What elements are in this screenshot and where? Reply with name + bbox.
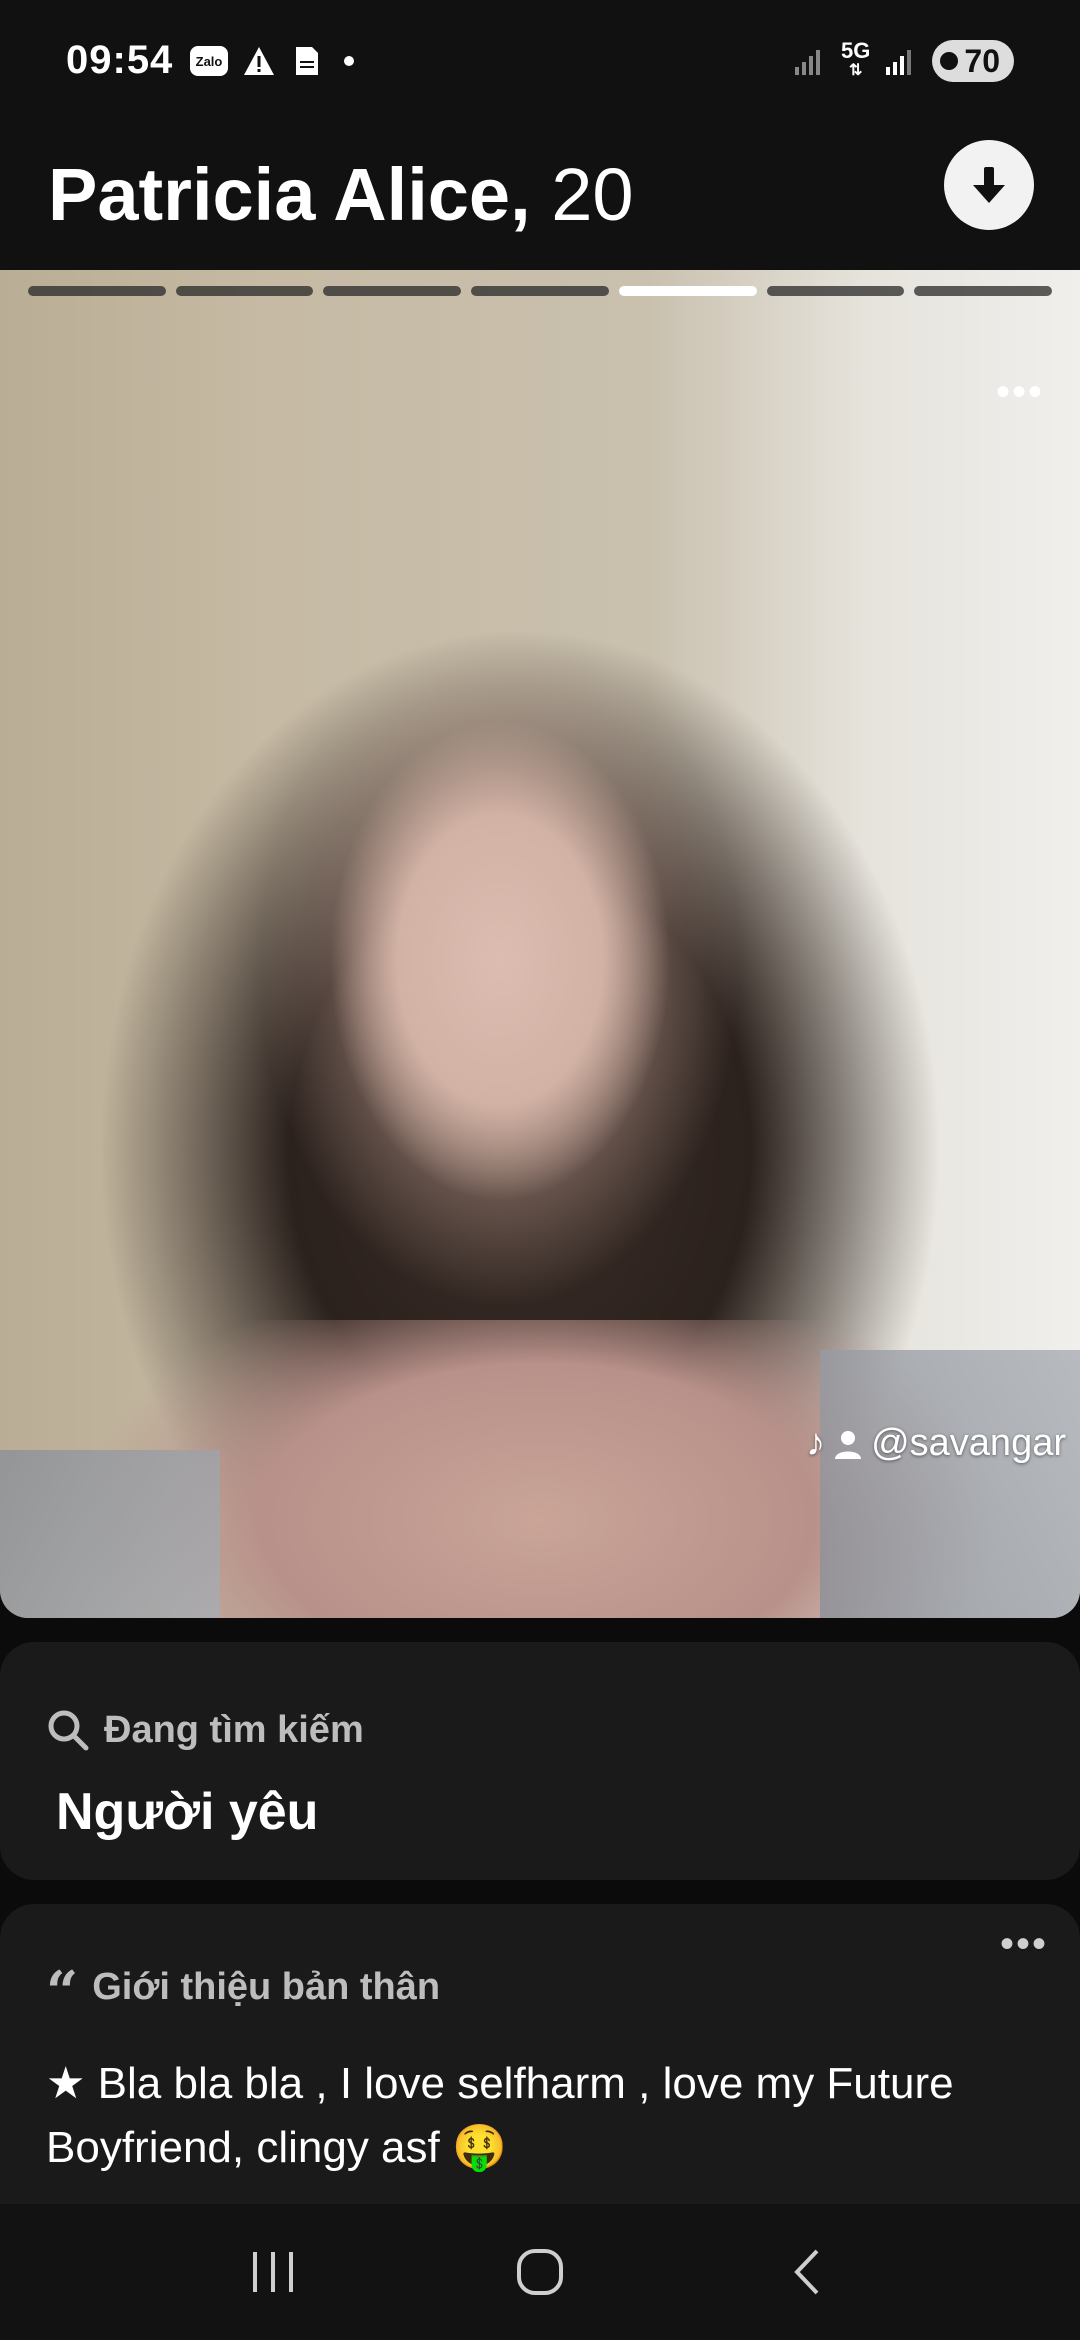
- photo-menu-button[interactable]: •••: [996, 370, 1044, 415]
- status-bar: 09:54 Zalo 5G ⇅ 70: [0, 0, 1080, 130]
- looking-for-label: Đang tìm kiếm: [104, 1708, 364, 1751]
- home-icon[interactable]: [500, 2232, 580, 2312]
- profile-age: 20: [551, 153, 634, 236]
- status-time: 09:54: [66, 38, 174, 82]
- quote-icon: “: [46, 1959, 79, 2025]
- photo-progress-segment[interactable]: [471, 286, 609, 296]
- photo-progress-segment[interactable]: [618, 286, 757, 296]
- back-icon[interactable]: [767, 2232, 847, 2312]
- photo-progress-segment[interactable]: [914, 286, 1053, 296]
- network-5g-icon: 5G ⇅: [841, 38, 871, 80]
- battery-saver-icon: [940, 52, 959, 70]
- tiktok-handle: @savangar: [871, 1422, 1066, 1464]
- pdf-icon: [290, 44, 324, 78]
- profile-photo[interactable]: ••• ♪ @savangar: [0, 270, 1080, 1618]
- recent-apps-icon[interactable]: [233, 2232, 313, 2312]
- collapse-profile-button[interactable]: [944, 140, 1034, 230]
- user-icon: [835, 1430, 862, 1459]
- looking-for-label-row: Đang tìm kiếm: [46, 1708, 364, 1752]
- photo-progress-segment[interactable]: [766, 286, 905, 296]
- about-label: Giới thiệu bản thân: [92, 1965, 441, 2008]
- search-icon: [48, 1710, 89, 1751]
- looking-for-card: Đang tìm kiếm Người yêu: [0, 1642, 1080, 1880]
- photo-progress-segment[interactable]: [175, 286, 314, 296]
- signal-strength-icon: [886, 50, 912, 75]
- tiktok-watermark: ♪ @savangar: [806, 1422, 1066, 1465]
- looking-for-value: Người yêu: [56, 1783, 319, 1841]
- profile-header: Patricia Alice, 20: [0, 130, 1080, 270]
- tiktok-icon: ♪: [806, 1422, 826, 1464]
- photo-progress-indicator: [28, 286, 1053, 296]
- warning-icon: [242, 44, 276, 78]
- system-nav-bar: [0, 2204, 1080, 2340]
- profile-name-text: Patricia Alice,: [48, 153, 531, 236]
- profile-name: Patricia Alice, 20: [48, 152, 634, 237]
- photo-progress-segment[interactable]: [28, 286, 166, 296]
- notification-icons: Zalo: [190, 44, 354, 78]
- dot-icon: [344, 56, 354, 66]
- about-menu-button[interactable]: •••: [1000, 1922, 1048, 1967]
- arrow-down-icon: [973, 167, 1005, 203]
- battery-level: 70: [964, 42, 1000, 79]
- photo-detail: [820, 1350, 1080, 1618]
- zalo-icon: Zalo: [190, 46, 228, 76]
- battery-indicator: 70: [932, 40, 1014, 82]
- photo-progress-segment[interactable]: [323, 286, 462, 296]
- system-indicators: 5G ⇅ 70: [795, 40, 1014, 82]
- about-text: ★ Bla bla bla , I love selfharm , love m…: [46, 2059, 954, 2172]
- photo-detail: [0, 1450, 220, 1618]
- about-label-row: “ Giới thiệu bản thân: [46, 1959, 441, 2025]
- signal-icon: [795, 50, 821, 75]
